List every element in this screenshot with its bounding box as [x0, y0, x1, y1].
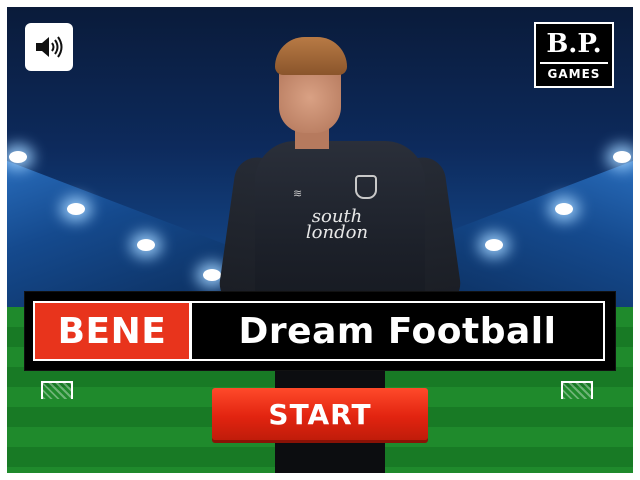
stadium-light [555, 203, 573, 215]
title-frame: BENE Dream Football [33, 301, 605, 361]
logo-caption: GAMES [540, 62, 608, 81]
stadium-light [203, 269, 221, 281]
stadium-light [485, 239, 503, 251]
player-hair [275, 37, 347, 75]
club-crest [355, 175, 377, 199]
speaker-volume-icon [36, 36, 63, 58]
kit-maker-logo: ≋ [293, 187, 303, 200]
start-button[interactable]: START [212, 388, 428, 440]
bp-games-logo: B.P. GAMES [534, 22, 614, 88]
title-prefix: BENE [35, 303, 192, 359]
title-banner: BENE Dream Football [25, 292, 615, 370]
sound-toggle-button[interactable] [25, 23, 73, 71]
goal-right [561, 381, 593, 399]
stadium-light [137, 239, 155, 251]
stadium-light [613, 151, 631, 163]
stadium-light [67, 203, 85, 215]
game-title: Dream Football [238, 310, 557, 352]
logo-monogram: B.P. [546, 29, 602, 59]
stadium-light [9, 151, 27, 163]
goal-left [41, 381, 73, 399]
jersey-sponsor: south london [305, 206, 369, 243]
